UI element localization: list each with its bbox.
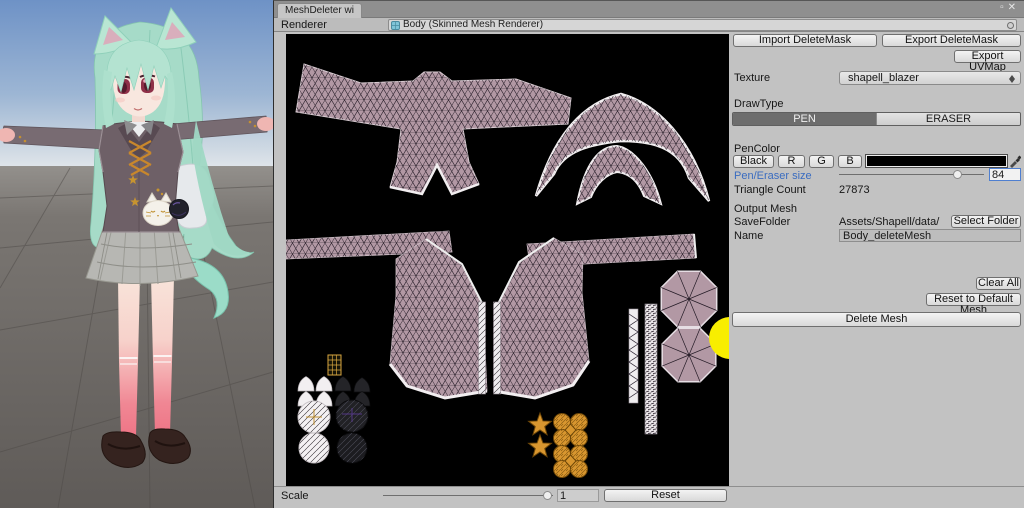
pen-size-slider[interactable] [839,168,984,181]
export-uvmap-button[interactable]: Export UVMap [954,50,1021,73]
character-illustration [0,0,273,508]
cat-face-pouch [142,200,174,226]
uv-piece-jacket-top [295,63,572,196]
pen-toggle[interactable]: PEN [733,113,876,125]
control-panel: Import DeleteMask Export DeleteMask Expo… [732,34,1021,486]
color-r-button[interactable]: R [778,155,805,168]
dropdown-arrow-icon [1009,75,1016,83]
mesh-icon [391,21,400,30]
maximize-icon[interactable]: ▫ [1000,2,1008,13]
export-deletemask-button[interactable]: Export DeleteMask [882,34,1021,47]
reset-default-mesh-button[interactable]: Reset to Default Mesh [926,293,1021,316]
drawtype-toggle: PEN ERASER [732,112,1021,126]
window-titlebar: MeshDeleter wi ▫✕ [274,1,1024,18]
savefolder-label: SaveFolder [734,216,791,228]
object-picker-icon[interactable] [1007,22,1014,29]
texture-dropdown[interactable]: shapell_blazer [839,71,1021,85]
uv-piece-strips [628,303,658,435]
color-black-button[interactable]: Black [733,155,774,168]
uvmap-drawing [286,63,729,478]
triangle-count-label: Triangle Count [734,184,806,196]
uv-piece-accessories [297,354,371,464]
scene-view-3d-character[interactable] [0,0,273,508]
pen-size-label: Pen/Eraser size [734,170,812,182]
pen-size-field[interactable] [989,168,1021,181]
uv-piece-vest-right [493,237,591,400]
delete-mesh-button[interactable]: Delete Mesh [732,312,1021,327]
pen-color-swatch[interactable] [865,154,1008,168]
name-field[interactable] [839,229,1021,242]
savefolder-value: Assets/Shapell/data/ [839,216,940,228]
uv-piece-vest-left [388,238,488,400]
scale-field[interactable] [557,489,599,502]
uv-piece-sleeve-bands [286,230,697,268]
pen-size-slider-thumb[interactable] [953,169,962,179]
scale-row: Scale Reset [274,486,1024,508]
tab-meshdeleter[interactable]: MeshDeleter wi [277,3,362,18]
select-folder-button[interactable]: Select Folder [951,215,1021,228]
color-b-button[interactable]: B [838,155,862,168]
close-icon[interactable]: ✕ [1008,2,1020,13]
color-g-button[interactable]: G [809,155,834,168]
renderer-label: Renderer [281,19,327,31]
renderer-row: Renderer Body (Skinned Mesh Renderer) [274,18,1024,32]
output-mesh-label: Output Mesh [734,203,797,215]
meshdeleter-window: MeshDeleter wi ▫✕ Renderer Body (Skinned… [273,0,1024,508]
scale-reset-button[interactable]: Reset [604,489,727,502]
eyedropper-icon[interactable] [1009,153,1021,168]
renderer-object-field[interactable]: Body (Skinned Mesh Renderer) [388,19,1017,31]
uv-piece-buttons [660,270,718,383]
triangle-count-value: 27873 [839,184,870,196]
drawtype-label: DrawType [734,98,784,110]
texture-label: Texture [734,72,771,84]
eraser-toggle[interactable]: ERASER [876,113,1020,125]
uvmap-canvas[interactable] [286,34,729,486]
uv-piece-gold-ornaments [527,411,588,478]
name-label: Name [734,230,764,242]
scale-slider[interactable] [383,489,553,502]
pencolor-label: PenColor [734,143,780,155]
import-deletemask-button[interactable]: Import DeleteMask [733,34,877,47]
screenshot-root: MeshDeleter wi ▫✕ Renderer Body (Skinned… [0,0,1024,508]
scale-label: Scale [281,490,309,502]
scale-slider-thumb[interactable] [543,490,552,500]
clear-all-button[interactable]: Clear All [976,277,1021,290]
